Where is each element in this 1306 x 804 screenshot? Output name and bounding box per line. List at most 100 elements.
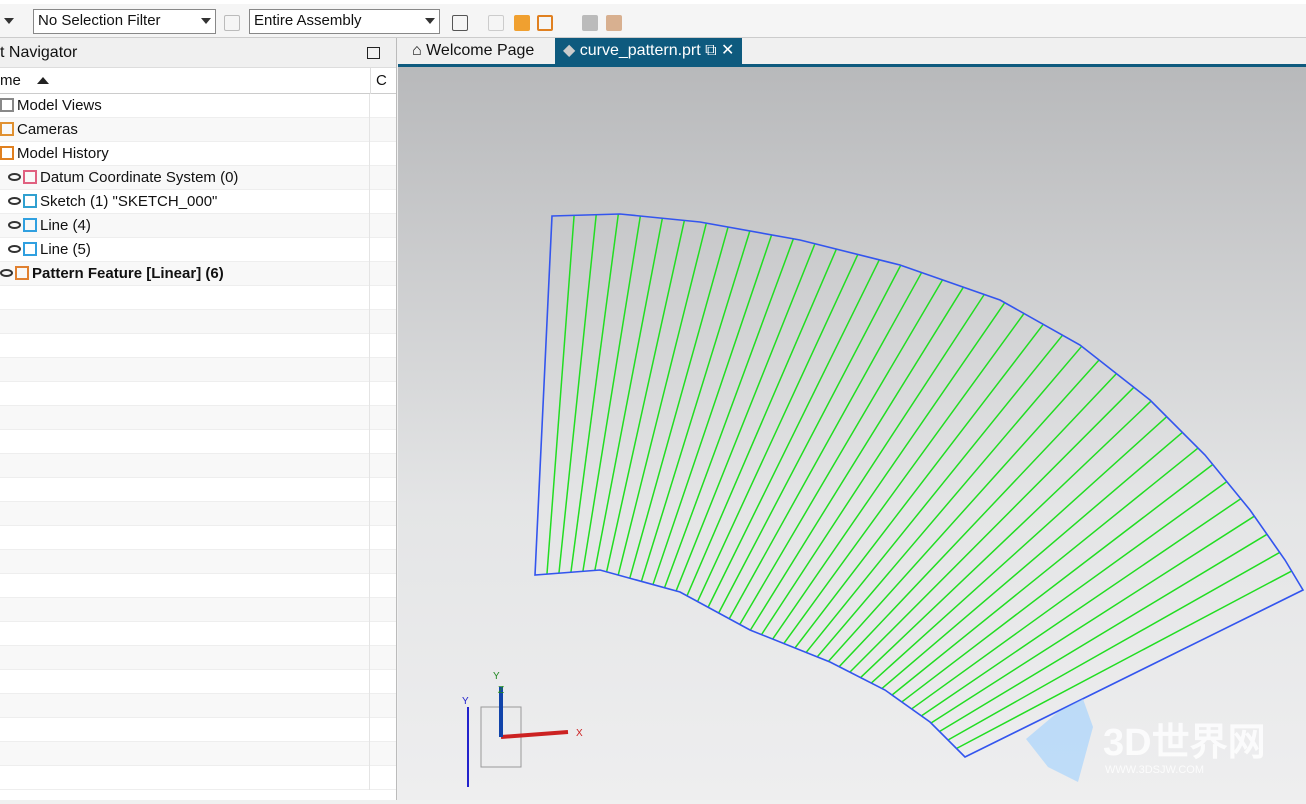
pattern-line <box>794 323 1044 649</box>
tree-item[interactable]: Model History <box>0 142 396 166</box>
select-feature-icon[interactable] <box>514 15 530 31</box>
tree-item-label: Line (4) <box>40 217 91 234</box>
empty-row <box>0 286 396 310</box>
selection-filter-select[interactable]: No Selection Filter <box>33 9 216 34</box>
empty-row <box>0 358 396 382</box>
pattern-line <box>870 416 1168 684</box>
part-icon: ◆ <box>563 42 580 59</box>
visibility-eye-icon[interactable] <box>8 197 21 205</box>
type-filter-icon[interactable] <box>452 15 468 31</box>
node-icon <box>0 122 14 136</box>
tree-item[interactable]: Sketch (1) "SKETCH_000" <box>0 190 396 214</box>
detach-icon[interactable]: ⧉ <box>701 42 716 59</box>
pattern-line <box>901 463 1214 703</box>
pattern-line <box>686 248 838 597</box>
watermark-title: 3D世界网 <box>1103 722 1266 764</box>
tree-item-label: Sketch (1) "SKETCH_000" <box>40 193 218 210</box>
visibility-eye-icon[interactable] <box>0 269 13 277</box>
tab-label: Welcome Page <box>426 42 535 59</box>
empty-row <box>0 670 396 694</box>
maximize-icon[interactable] <box>367 47 380 59</box>
filter-reset-icon[interactable] <box>224 15 240 31</box>
tree-item-label: Model History <box>17 145 109 162</box>
tree-item-label: Cameras <box>17 121 78 138</box>
select-body-icon[interactable] <box>537 15 553 31</box>
visibility-eye-icon[interactable] <box>8 245 21 253</box>
pattern-line <box>594 218 664 571</box>
scope-value: Entire Assembly <box>254 12 362 29</box>
pattern-line <box>772 302 1006 640</box>
pattern-line <box>605 220 686 572</box>
empty-row <box>0 526 396 550</box>
empty-row <box>0 550 396 574</box>
tab-welcome-page[interactable]: ⌂ Welcome Page <box>404 38 542 64</box>
pattern-line <box>640 230 751 582</box>
pattern-line <box>816 345 1083 658</box>
view-icon[interactable] <box>606 15 622 31</box>
node-icon <box>15 266 29 280</box>
navigator-title: t Navigator <box>0 44 78 61</box>
x-axis-arrow <box>500 730 569 739</box>
tree-item[interactable]: Pattern Feature [Linear] (6) <box>0 262 396 286</box>
empty-row <box>0 718 396 742</box>
graphics-viewport[interactable]: X Y Z Y 3D世界网 WWW.3DSJW.COM <box>398 67 1306 800</box>
empty-row <box>0 502 396 526</box>
snap-icon[interactable] <box>488 15 504 31</box>
node-icon <box>0 98 14 112</box>
axis-label: Z <box>498 685 504 696</box>
tree-item-label: Line (5) <box>40 241 91 258</box>
empty-row <box>0 430 396 454</box>
tree-item[interactable]: Line (4) <box>0 214 396 238</box>
empty-row <box>0 622 396 646</box>
part-navigator: t Navigator me C Model Views Cameras Model … <box>0 38 397 800</box>
pattern-line <box>663 238 795 589</box>
empty-row <box>0 742 396 766</box>
tab-label: curve_pattern.prt <box>579 42 701 59</box>
tree-item[interactable]: Cameras <box>0 118 396 142</box>
dropdown-arrow-icon[interactable] <box>4 18 14 24</box>
pattern-line <box>881 431 1183 690</box>
tree-item[interactable]: Model Views <box>0 94 396 118</box>
scope-select[interactable]: Entire Assembly <box>249 9 440 34</box>
empty-row <box>0 406 396 430</box>
pattern-line <box>675 243 816 592</box>
toolbar: No Selection Filter Entire Assembly <box>0 0 1306 38</box>
visibility-eye-icon[interactable] <box>8 173 21 181</box>
empty-row <box>0 646 396 670</box>
node-icon <box>23 218 37 232</box>
pattern-line <box>805 334 1064 653</box>
pattern-line <box>707 259 880 608</box>
model-drawing: XYZY3D世界网WWW.3DSJW.COM <box>462 213 1305 787</box>
axis-label: Y <box>493 671 500 682</box>
empty-row <box>0 334 396 358</box>
tree-item[interactable]: Datum Coordinate System (0) <box>0 166 396 190</box>
pattern-line <box>860 400 1152 679</box>
tab-curve-pattern[interactable]: ◆ curve_pattern.prt ⧉ ✕ <box>555 38 743 64</box>
node-icon <box>23 242 37 256</box>
home-icon: ⌂ <box>412 42 427 59</box>
empty-row <box>0 694 396 718</box>
axis-label: X <box>576 728 583 739</box>
axis-label: Y <box>462 696 469 707</box>
tree-item-label: Datum Coordinate System (0) <box>40 169 239 186</box>
node-icon <box>23 194 37 208</box>
tree-item[interactable]: Line (5) <box>0 238 396 262</box>
pattern-line <box>749 286 965 631</box>
pattern-line <box>838 373 1117 668</box>
selection-filter-value: No Selection Filter <box>38 12 161 29</box>
close-icon[interactable]: ✕ <box>717 42 734 59</box>
show-hide-icon[interactable] <box>582 15 598 31</box>
column-header[interactable]: me C <box>0 68 396 94</box>
column-c: C <box>370 68 387 94</box>
empty-row <box>0 454 396 478</box>
empty-row <box>0 598 396 622</box>
pattern-line <box>783 313 1025 644</box>
sort-ascending-icon <box>37 77 49 84</box>
empty-row <box>0 574 396 598</box>
pattern-line <box>891 447 1199 696</box>
node-icon <box>0 146 14 160</box>
column-name: me <box>0 72 21 89</box>
tab-bar: ⌂ Welcome Page ◆ curve_pattern.prt ⧉ ✕ <box>398 38 1306 67</box>
visibility-eye-icon[interactable] <box>8 221 21 229</box>
watermark-url: WWW.3DSJW.COM <box>1105 764 1204 776</box>
